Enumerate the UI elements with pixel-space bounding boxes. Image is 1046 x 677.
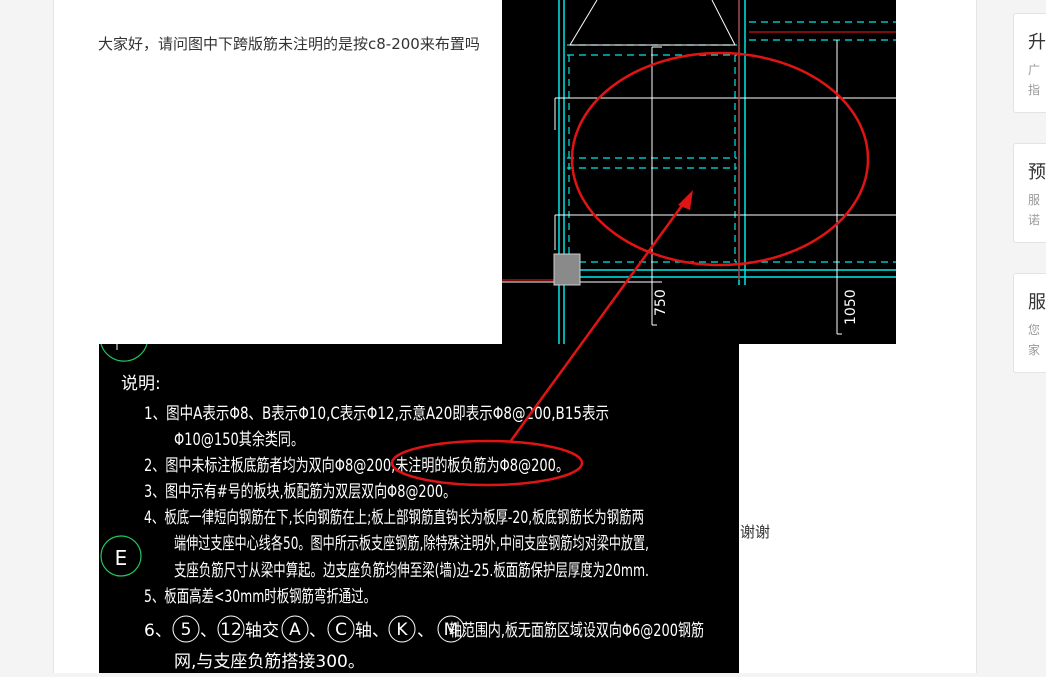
note-line-3: 3、图中示有#号的板块,板配筋为双层双向Φ8@200。 <box>144 482 456 502</box>
note-line-1b: Φ10@150其余类同。 <box>174 430 304 450</box>
post-thanks: 谢谢 <box>740 523 771 541</box>
dim-1050: 1050 <box>843 289 859 325</box>
note-6-sep2: 、 <box>309 621 326 641</box>
cad-notes-image[interactable]: E 说明: 1、图中A表示Φ8、B表示Φ10,C表示Φ12,示意A20即表示Φ8… <box>99 343 739 673</box>
note-6-zhou: 轴、 <box>355 621 389 641</box>
sidebar-card-1-desc: 广指 <box>1028 63 1041 97</box>
axis-bubble-c: C <box>335 620 347 640</box>
axis-bubble-k: K <box>396 620 408 640</box>
dim-750: 750 <box>653 289 669 316</box>
axis-bubble-5: 5 <box>181 620 192 640</box>
note-line-4b: 端伸过支座中心线各50。图中所示板支座钢筋,除特殊注明外,中间支座钢筋均对梁中放… <box>174 534 649 554</box>
notes-title: 说明: <box>121 374 161 394</box>
cad-notes-drawing: E 说明: 1、图中A表示Φ8、B表示Φ10,C表示Φ12,示意A20即表示Φ8… <box>100 343 704 672</box>
note-6-rest: 轴范围内,板无面筋区域设双向Φ6@200钢筋 <box>449 621 704 641</box>
post-question: 大家好，请问图中下跨版筋未注明的是按c8-200来布置吗 <box>98 35 480 53</box>
note-line-6b: 网,与支座负筋搭接300。 <box>174 652 365 672</box>
note-6-jiao: 轴交 <box>245 621 279 641</box>
axis-bubble-12: 12 <box>220 620 242 640</box>
note-line-2: 2、图中未标注板底筋者均为双向Φ8@200,未注明的板负筋为Φ8@200。 <box>144 456 569 476</box>
note-line-5: 5、板面高差<30mm时板钢筋弯折通过。 <box>144 587 376 607</box>
axis-label-e: E <box>115 546 128 570</box>
note-6-sep3: 、 <box>417 621 434 641</box>
note-line-6: 6、 <box>144 621 172 641</box>
sidebar-card-3[interactable]: 服 您家 <box>1013 273 1046 373</box>
note-line-1: 1、图中A表示Φ8、B表示Φ10,C表示Φ12,示意A20即表示Φ8@200,B… <box>144 404 609 424</box>
sidebar-card-3-desc: 您家 <box>1028 323 1041 357</box>
cad-plan-drawing: 750 1050 <box>502 0 896 344</box>
sidebar-card-2-title: 预 <box>1028 162 1046 183</box>
sidebar-card-2[interactable]: 预 服诺 <box>1013 143 1046 243</box>
note-line-4: 4、板底一律短向钢筋在下,长向钢筋在上;板上部钢筋直钩长为板厚-20,板底钢筋长… <box>144 508 644 528</box>
note-line-4c: 支座负筋尺寸从梁中算起。边支座负筋均伸至梁(墙)边-25.板面筋保护层厚度为20… <box>174 561 649 581</box>
sidebar-card-2-desc: 服诺 <box>1028 193 1041 227</box>
column-block <box>553 253 581 286</box>
note-6-sep1: 、 <box>200 621 217 641</box>
sidebar-card-1[interactable]: 升 广指 <box>1013 13 1046 113</box>
axis-bubble-a: A <box>289 620 301 640</box>
sidebar-card-1-title: 升 <box>1028 32 1046 53</box>
sidebar-card-3-title: 服 <box>1028 292 1046 313</box>
axis-bubble-partial <box>100 343 148 362</box>
cad-plan-image[interactable]: 750 1050 <box>502 0 896 344</box>
